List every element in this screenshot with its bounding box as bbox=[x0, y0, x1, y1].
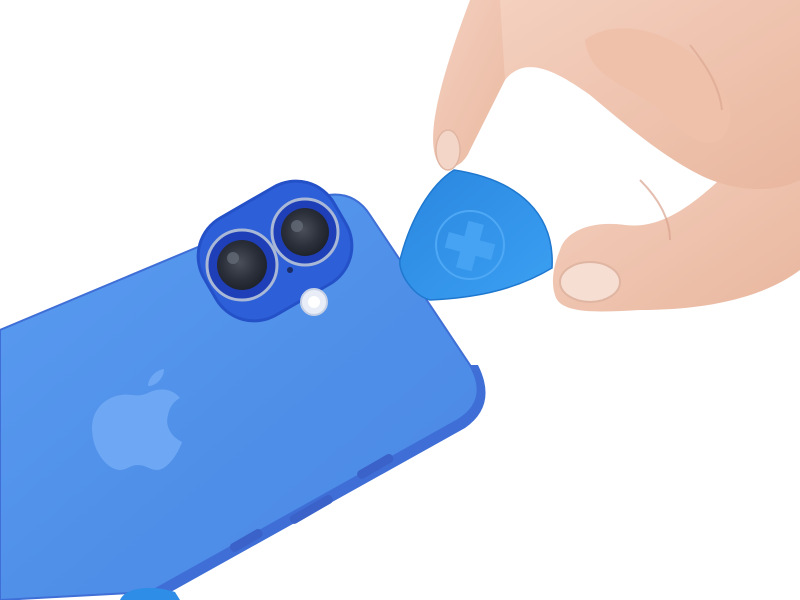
thumbnail bbox=[559, 261, 621, 303]
photo-scene bbox=[0, 0, 800, 600]
microphone-dot bbox=[287, 267, 293, 273]
ultrawide-lens-glare bbox=[291, 220, 303, 232]
main-lens-glare bbox=[227, 252, 239, 264]
ultrawide-lens bbox=[281, 208, 329, 256]
index-fingernail bbox=[435, 129, 461, 171]
main-lens bbox=[217, 240, 267, 290]
opening-pick-icon bbox=[399, 169, 553, 301]
flash-icon bbox=[300, 288, 328, 316]
